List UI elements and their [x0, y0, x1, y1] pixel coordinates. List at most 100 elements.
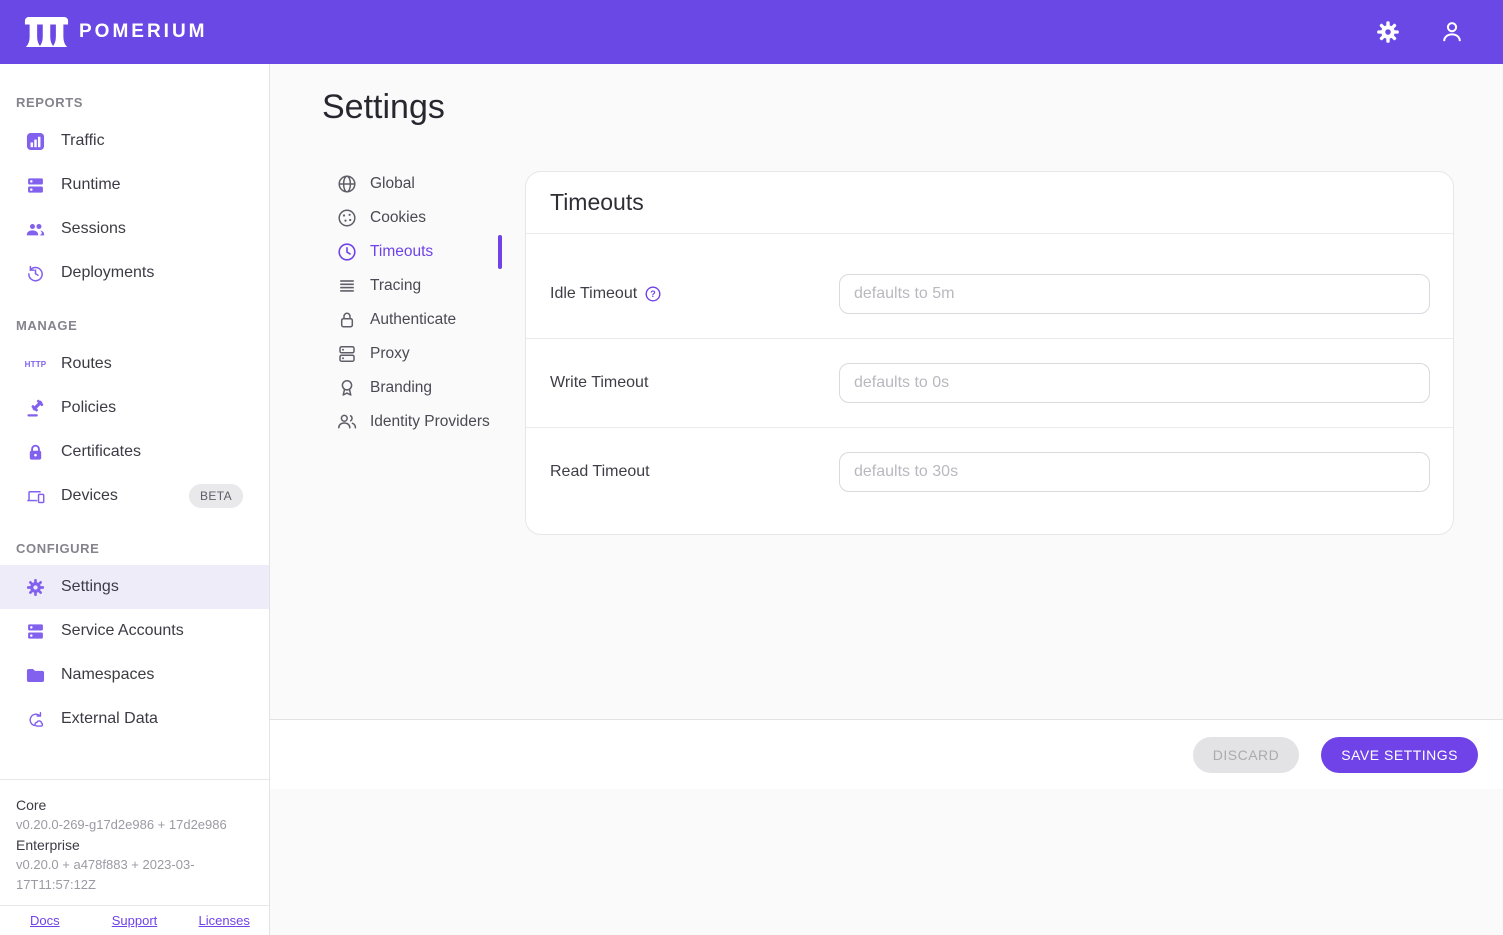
sidebar-section-configure: CONFIGURE Settings Service Accounts Name…	[0, 532, 269, 741]
main-content: Settings Global Cookies Timeouts	[270, 64, 1503, 935]
sidebar-item-label: Deployments	[61, 264, 154, 282]
svg-text:?: ?	[650, 289, 656, 299]
sidebar-item-label: Sessions	[61, 220, 126, 238]
tab-label: Identity Providers	[370, 413, 490, 431]
card-title: Timeouts	[526, 172, 1453, 234]
sidebar-item-policies[interactable]: Policies	[0, 386, 269, 430]
sidebar-item-certificates[interactable]: Certificates	[0, 430, 269, 474]
sidebar-item-routes[interactable]: HTTP Routes	[0, 342, 269, 386]
core-version-label: Core	[16, 795, 253, 815]
gear-icon	[1376, 20, 1400, 44]
sidebar-item-deployments[interactable]: Deployments	[0, 251, 269, 295]
sidebar-item-external-data[interactable]: External Data	[0, 697, 269, 741]
devices-icon	[26, 487, 45, 506]
sidebar-item-devices[interactable]: Devices BETA	[0, 474, 269, 518]
sidebar-item-service-accounts[interactable]: Service Accounts	[0, 609, 269, 653]
history-icon	[26, 264, 45, 283]
sidebar-item-label: Service Accounts	[61, 622, 184, 640]
header-actions	[1375, 19, 1465, 45]
tab-tracing[interactable]: Tracing	[322, 269, 502, 303]
sidebar-item-sessions[interactable]: Sessions	[0, 207, 269, 251]
tab-label: Tracing	[370, 277, 421, 295]
tab-label: Branding	[370, 379, 432, 397]
write-timeout-row: Write Timeout	[526, 339, 1453, 428]
enterprise-version-value: v0.20.0 + a478f883 + 2023-03-17T11:57:12…	[16, 855, 253, 895]
sidebar-item-label: External Data	[61, 710, 158, 728]
sidebar-section-reports: REPORTS Traffic Runtime Sessions	[0, 86, 269, 295]
tab-identity-providers[interactable]: Identity Providers	[322, 405, 502, 439]
idle-timeout-input[interactable]	[839, 274, 1430, 314]
server-icon	[26, 176, 45, 195]
brand-wordmark: POMERIUM	[79, 21, 208, 43]
section-label: CONFIGURE	[0, 532, 269, 565]
pomerium-logo-link[interactable]: POMERIUM	[24, 15, 208, 49]
sidebar-item-label: Devices	[61, 487, 118, 505]
award-icon	[337, 378, 357, 398]
sidebar: REPORTS Traffic Runtime Sessions	[0, 64, 270, 935]
bar-chart-icon	[26, 132, 45, 151]
sidebar-item-settings[interactable]: Settings	[0, 565, 269, 609]
discard-button[interactable]: DISCARD	[1193, 737, 1300, 773]
support-link[interactable]: Support	[90, 913, 180, 928]
core-version-value: v0.20.0-269-g17d2e986 + 17d2e986	[16, 815, 253, 835]
settings-layout: Global Cookies Timeouts Tracing	[322, 171, 1454, 535]
gear-icon	[26, 578, 45, 597]
people-icon	[26, 220, 45, 239]
sidebar-item-label: Policies	[61, 399, 116, 417]
lines-icon	[337, 276, 357, 296]
beta-badge: BETA	[189, 484, 243, 508]
sidebar-item-label: Traffic	[61, 132, 105, 150]
save-settings-button[interactable]: SAVE SETTINGS	[1321, 737, 1478, 773]
enterprise-version-label: Enterprise	[16, 835, 253, 855]
sidebar-section-manage: MANAGE HTTP Routes Policies Certificates	[0, 309, 269, 518]
sidebar-item-runtime[interactable]: Runtime	[0, 163, 269, 207]
tab-timeouts[interactable]: Timeouts	[322, 235, 502, 269]
read-timeout-input[interactable]	[839, 452, 1430, 492]
sidebar-item-label: Runtime	[61, 176, 121, 194]
sidebar-item-label: Settings	[61, 578, 119, 596]
section-label: MANAGE	[0, 309, 269, 342]
tab-proxy[interactable]: Proxy	[322, 337, 502, 371]
read-timeout-label: Read Timeout	[550, 463, 839, 481]
padlock-icon	[337, 310, 357, 330]
settings-sub-nav: Global Cookies Timeouts Tracing	[322, 167, 502, 439]
sidebar-item-namespaces[interactable]: Namespaces	[0, 653, 269, 697]
cloud-sync-icon	[26, 710, 45, 729]
server-icon	[26, 622, 45, 641]
tab-authenticate[interactable]: Authenticate	[322, 303, 502, 337]
idle-timeout-label: Idle Timeout ?	[550, 285, 839, 303]
sidebar-item-label: Certificates	[61, 443, 141, 461]
tab-label: Global	[370, 175, 415, 193]
sidebar-item-traffic[interactable]: Traffic	[0, 119, 269, 163]
clock-icon	[337, 242, 357, 262]
write-timeout-label: Write Timeout	[550, 374, 839, 392]
pomerium-aqueduct-icon	[24, 15, 69, 49]
gavel-icon	[26, 399, 45, 418]
tab-branding[interactable]: Branding	[322, 371, 502, 405]
sidebar-footer-links: Docs Support Licenses	[0, 905, 269, 935]
server-outline-icon	[337, 344, 357, 364]
field-label-text: Idle Timeout	[550, 285, 637, 303]
globe-icon	[337, 174, 357, 194]
people-outline-icon	[337, 412, 357, 432]
header-settings-button[interactable]	[1375, 19, 1401, 45]
user-account-button[interactable]	[1439, 19, 1465, 45]
http-icon: HTTP	[26, 355, 45, 374]
sidebar-item-label: Routes	[61, 355, 112, 373]
write-timeout-input[interactable]	[839, 363, 1430, 403]
field-label-text: Write Timeout	[550, 374, 648, 392]
licenses-link[interactable]: Licenses	[179, 913, 269, 928]
app-header: POMERIUM	[0, 0, 1503, 64]
tab-label: Authenticate	[370, 311, 456, 329]
help-icon[interactable]: ?	[645, 286, 661, 302]
idle-timeout-row: Idle Timeout ?	[526, 234, 1453, 339]
tab-global[interactable]: Global	[322, 167, 502, 201]
read-timeout-row: Read Timeout	[526, 428, 1453, 534]
field-label-text: Read Timeout	[550, 463, 650, 481]
sidebar-nav: REPORTS Traffic Runtime Sessions	[0, 64, 269, 779]
docs-link[interactable]: Docs	[0, 913, 90, 928]
tab-label: Timeouts	[370, 243, 433, 261]
folder-icon	[26, 666, 45, 685]
tab-label: Cookies	[370, 209, 426, 227]
tab-cookies[interactable]: Cookies	[322, 201, 502, 235]
